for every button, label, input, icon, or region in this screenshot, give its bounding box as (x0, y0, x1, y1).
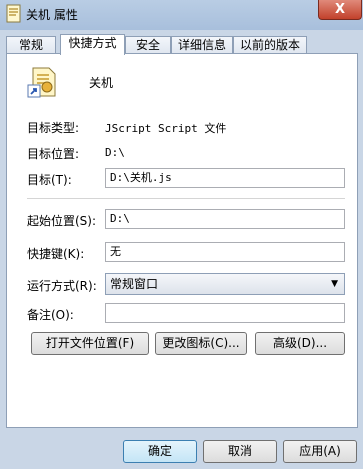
shortcut-name: 关机 (89, 76, 114, 90)
comment-label: 备注(O): (27, 308, 74, 322)
close-icon: X (334, 2, 346, 17)
target-location-label: 目标位置: (27, 147, 80, 161)
ok-button[interactable]: 确定 (123, 440, 197, 463)
start-in-input[interactable]: D:\ (105, 209, 345, 229)
open-file-location-button[interactable]: 打开文件位置(F) (31, 332, 149, 355)
tab-details[interactable]: 详细信息 (171, 36, 233, 54)
divider (27, 198, 345, 199)
target-type-label: 目标类型: (27, 121, 80, 135)
run-label: 运行方式(R): (27, 279, 97, 293)
tab-shortcut[interactable]: 快捷方式 (60, 34, 125, 55)
target-input[interactable]: D:\关机.js (105, 168, 345, 188)
target-location-value: D:\ (105, 146, 125, 159)
tab-previous-versions[interactable]: 以前的版本 (233, 36, 307, 54)
start-in-label: 起始位置(S): (27, 214, 97, 228)
close-button[interactable]: X (318, 0, 362, 20)
window-title: 关机 属性 (26, 8, 78, 22)
chevron-down-icon: ▼ (331, 279, 338, 289)
apply-button[interactable]: 应用(A) (283, 440, 357, 463)
run-select[interactable]: 常规窗口 ▼ (105, 273, 345, 295)
advanced-button[interactable]: 高级(D)... (255, 332, 345, 355)
tab-security[interactable]: 安全 (125, 36, 171, 54)
comment-input[interactable] (105, 303, 345, 323)
title-bar: 关机 属性 X (0, 0, 363, 30)
change-icon-button[interactable]: 更改图标(C)... (155, 332, 247, 355)
script-file-icon (6, 4, 22, 24)
shortcut-panel: 关机 目标类型: JScript Script 文件 目标位置: D:\ 目标(… (6, 53, 358, 428)
tab-general[interactable]: 常规 (6, 36, 56, 54)
hotkey-input[interactable]: 无 (105, 242, 345, 262)
run-select-value: 常规窗口 (110, 277, 159, 291)
target-type-value: JScript Script 文件 (105, 122, 227, 135)
cancel-button[interactable]: 取消 (203, 440, 277, 463)
script-shortcut-icon (27, 66, 59, 98)
properties-window: 关机 属性 X 常规 快捷方式 安全 详细信息 以前的版本 关机 目标类型: J… (0, 0, 363, 469)
hotkey-label: 快捷键(K): (27, 247, 85, 261)
target-label: 目标(T): (27, 173, 72, 187)
tab-strip: 常规 快捷方式 安全 详细信息 以前的版本 (6, 34, 358, 55)
